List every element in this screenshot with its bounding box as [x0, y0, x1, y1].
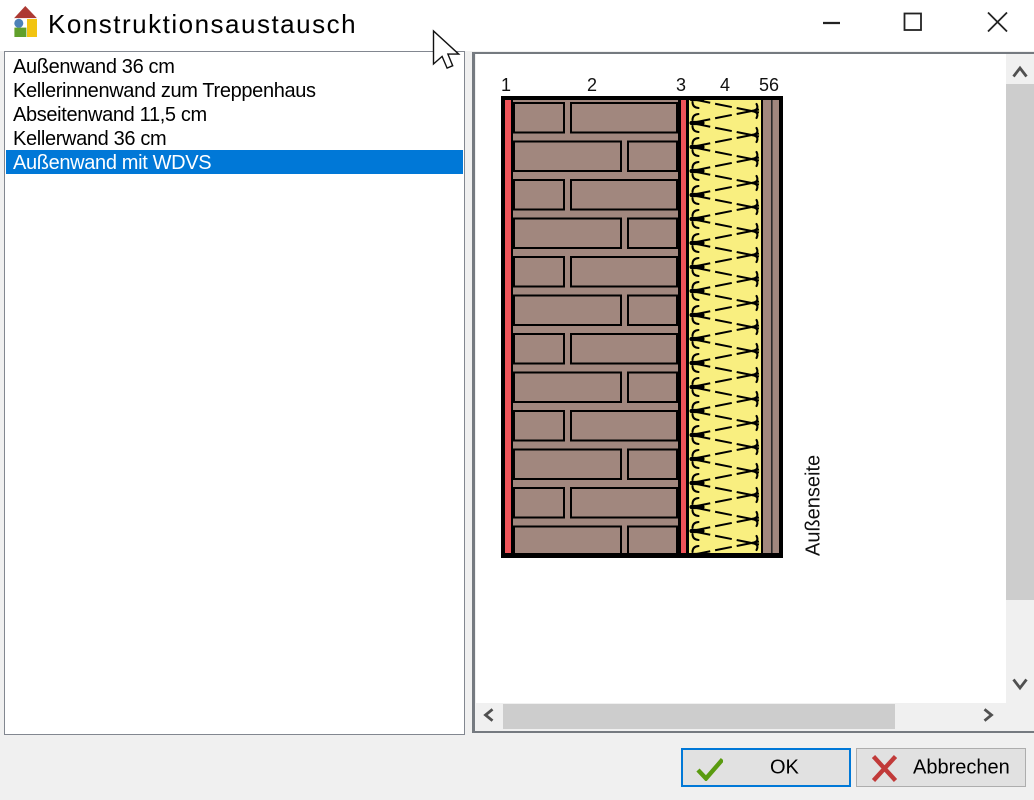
svg-text:Außenseite: Außenseite: [803, 455, 825, 556]
svg-text:1: 1: [501, 75, 511, 95]
svg-text:2: 2: [587, 75, 597, 95]
svg-text:56: 56: [759, 75, 779, 95]
svg-text:3: 3: [676, 75, 686, 95]
svg-text:4: 4: [720, 75, 730, 95]
